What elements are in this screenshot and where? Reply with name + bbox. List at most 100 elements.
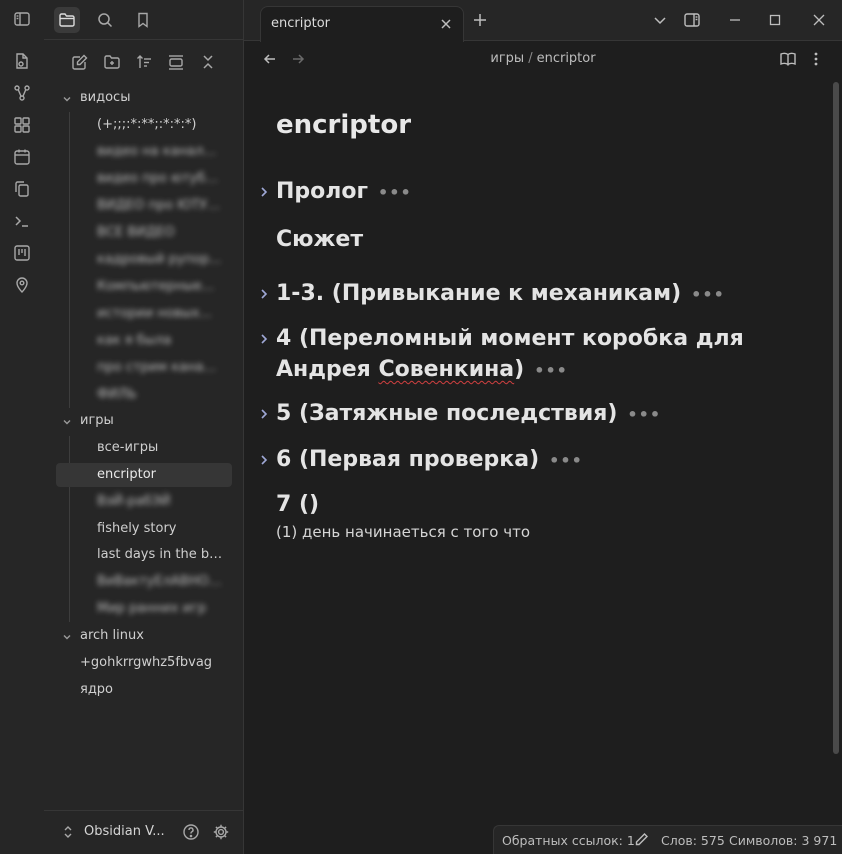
file-label: Мир ранних игр	[97, 601, 207, 616]
file-label: fishely story	[97, 521, 177, 536]
backlinks-count[interactable]: Обратных ссылок: 1	[502, 833, 635, 848]
collapse-arrow-icon[interactable]	[259, 186, 269, 198]
right-sidebar-toggle-icon[interactable]	[683, 11, 701, 29]
folder-icon[interactable]	[54, 7, 80, 33]
file-item[interactable]: ФИЛЬ	[56, 383, 232, 407]
file-item[interactable]: ядро	[56, 678, 232, 702]
file-label: кадровый рупор...	[97, 252, 222, 267]
new-tab-plus-icon[interactable]	[471, 11, 489, 29]
file-item[interactable]: кадровый рупор...	[56, 248, 232, 272]
file-item[interactable]: fishely story	[56, 517, 232, 541]
help-icon[interactable]	[182, 823, 200, 841]
window-close-icon[interactable]	[810, 11, 828, 29]
ribbon	[0, 0, 45, 854]
file-item[interactable]: как я была	[56, 329, 232, 353]
tab-encriptor[interactable]: encriptor	[260, 6, 464, 42]
tab-list-chevron-down-icon[interactable]	[651, 11, 669, 29]
collapse-arrow-icon[interactable]	[259, 288, 269, 300]
heading-text: Сюжет	[276, 227, 364, 252]
heading-text: 5 (Затяжные последствия)	[276, 401, 618, 426]
file-item[interactable]: Компьютерные...	[56, 275, 232, 299]
note-title[interactable]: encriptor	[276, 110, 411, 140]
paragraph[interactable]: (1) день начинаеться с того что	[276, 523, 530, 541]
file-label: +gohkrrgwhz5fbvag	[80, 655, 213, 670]
heading-1-3[interactable]: 1-3. (Привыкание к механикам) •••	[261, 278, 796, 310]
more-options-icon[interactable]	[809, 50, 823, 68]
file-item[interactable]: ВэЙ-рабЭЙ	[56, 490, 232, 514]
file-label: ядро	[80, 682, 114, 697]
breadcrumb-file[interactable]: encriptor	[537, 51, 596, 66]
folder-arch-linux[interactable]: arch linux	[56, 624, 232, 648]
folded-ellipsis-icon[interactable]: •••	[691, 279, 725, 310]
file-item[interactable]: видео на канале и...	[56, 140, 232, 164]
tab-bar: encriptor	[244, 0, 842, 42]
vault-name[interactable]: Obsidian V...	[84, 824, 165, 839]
maximize-icon[interactable]	[766, 11, 784, 29]
folder-games[interactable]: игры	[56, 409, 232, 433]
file-label: ВиВактуЕлАВНОЕ...	[97, 574, 223, 589]
sort-icon[interactable]	[133, 51, 155, 73]
collapse-arrow-icon[interactable]	[259, 454, 269, 466]
folder-label: игры	[80, 413, 114, 428]
collapse-arrow-icon[interactable]	[259, 333, 269, 345]
heading-4[interactable]: 4 (Переломный момент коробка для Андрея …	[261, 323, 796, 386]
folded-ellipsis-icon[interactable]: •••	[378, 177, 412, 208]
reading-view-book-icon[interactable]	[779, 50, 797, 68]
close-icon[interactable]	[439, 17, 453, 31]
file-label: как я была	[97, 333, 172, 348]
folded-ellipsis-icon[interactable]: •••	[534, 355, 568, 386]
file-item[interactable]: Мир ранних игр	[56, 597, 232, 621]
files-icon[interactable]	[11, 50, 33, 72]
bookmark-icon[interactable]	[130, 7, 156, 33]
file-label: encriptor	[97, 467, 156, 482]
collapse-arrow-icon[interactable]	[259, 408, 269, 420]
breadcrumb-folder[interactable]: игры	[490, 51, 524, 66]
scrollbar[interactable]	[833, 82, 839, 754]
calendar-icon[interactable]	[11, 146, 33, 168]
file-item[interactable]: истории новых...	[56, 302, 232, 326]
edit-pencil-icon[interactable]	[634, 832, 649, 847]
folded-ellipsis-icon[interactable]: •••	[549, 445, 583, 476]
heading-text: Пролог	[276, 179, 368, 204]
kanban-icon[interactable]	[11, 242, 33, 264]
file-item-active[interactable]: encriptor	[56, 463, 232, 487]
heading-plot[interactable]: Сюжет	[276, 224, 796, 255]
map-pin-icon[interactable]	[11, 274, 33, 296]
minimize-icon[interactable]	[726, 11, 744, 29]
folder-videos[interactable]: видосы	[56, 86, 232, 110]
file-item[interactable]: ВСЕ ВИДЕО	[56, 221, 232, 245]
terminal-icon[interactable]	[11, 210, 33, 232]
file-label: все-игры	[97, 440, 159, 455]
heading-6[interactable]: 6 (Первая проверка) •••	[261, 444, 796, 476]
file-item[interactable]: (+;;;:*:**;:*:*:*)	[56, 113, 232, 137]
folder-label: видосы	[80, 90, 131, 105]
heading-prologue[interactable]: Пролог •••	[261, 176, 796, 208]
breadcrumb-separator: /	[528, 51, 533, 66]
file-item[interactable]: ВИДЕО про ЮТУБЕ...	[56, 194, 232, 218]
heading-7[interactable]: 7 ()	[276, 489, 796, 520]
file-item[interactable]: +gohkrrgwhz5fbvag	[56, 651, 232, 675]
file-item[interactable]: видео про ютуба...	[56, 167, 232, 191]
heading-5[interactable]: 5 (Затяжные последствия) •••	[261, 398, 796, 430]
file-label: (+;;;:*:**;:*:*:*)	[97, 117, 197, 132]
settings-gear-icon[interactable]	[212, 823, 230, 841]
new-note-icon[interactable]	[69, 51, 91, 73]
collapse-all-icon[interactable]	[165, 51, 187, 73]
file-item[interactable]: ВиВактуЕлАВНОЕ...	[56, 570, 232, 594]
search-icon[interactable]	[92, 7, 118, 33]
vault-switcher-bar: Obsidian V...	[44, 810, 243, 854]
status-bar: Обратных ссылок: 1 Слов: 575 Символов: 3…	[493, 825, 842, 854]
file-item[interactable]: все-игры	[56, 436, 232, 460]
file-item[interactable]: last days in the bu...	[56, 543, 232, 567]
close-icon[interactable]	[197, 51, 219, 73]
file-item[interactable]: про стрим канала...	[56, 356, 232, 380]
copy-icon[interactable]	[11, 178, 33, 200]
view-header: игры / encriptor	[244, 40, 842, 78]
blocks-icon[interactable]	[11, 114, 33, 136]
new-folder-icon[interactable]	[101, 51, 123, 73]
sidebar-toggle-icon[interactable]	[11, 8, 33, 30]
folded-ellipsis-icon[interactable]: •••	[627, 399, 661, 430]
graph-icon[interactable]	[11, 82, 33, 104]
tab-title: encriptor	[271, 16, 330, 31]
vault-switch-icon[interactable]	[62, 825, 74, 839]
